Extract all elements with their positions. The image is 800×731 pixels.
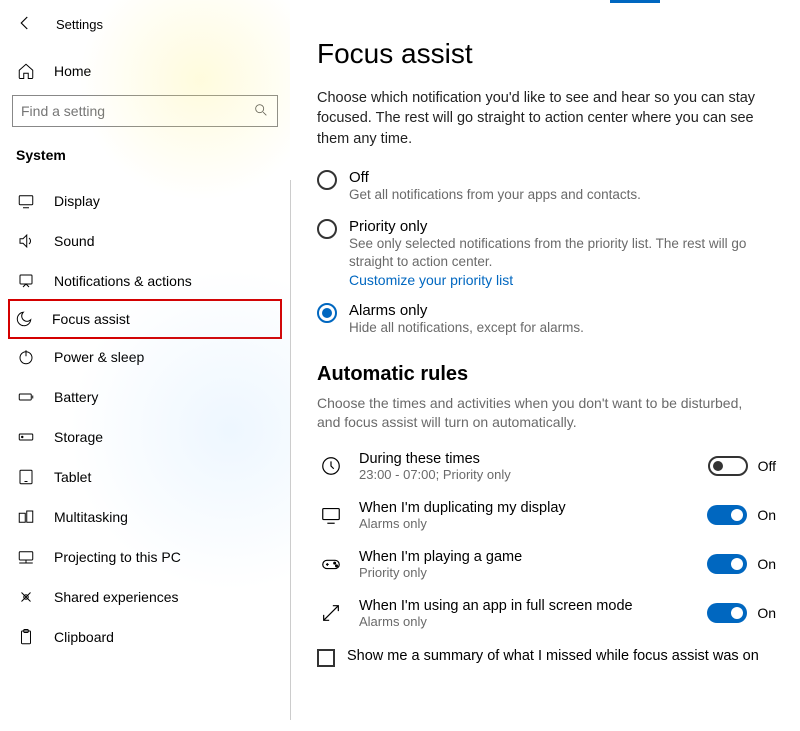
window-accent [610,0,660,3]
main-panel: Focus assist Choose which notification y… [291,0,800,731]
tablet-icon [16,467,36,487]
toggle-playing-game[interactable] [707,554,747,574]
radio-alarms-only[interactable]: Alarms only Hide all notifications, exce… [317,302,776,337]
app-title: Settings [56,17,103,32]
game-icon [317,553,345,575]
sidebar-item-storage[interactable]: Storage [10,417,280,457]
automatic-rules-description: Choose the times and activities when you… [317,394,757,433]
battery-icon [16,387,36,407]
sidebar-item-label: Display [54,193,100,209]
rule-playing-game[interactable]: When I'm playing a game Priority only On [317,549,776,580]
storage-icon [16,427,36,447]
toggle-state: On [757,605,776,621]
checkbox-icon[interactable] [317,649,335,667]
toggle-during-times[interactable] [708,456,748,476]
home-icon [16,61,36,81]
summary-checkbox-row[interactable]: Show me a summary of what I missed while… [317,647,776,667]
sidebar-item-clipboard[interactable]: Clipboard [10,617,280,657]
radio-icon [317,170,337,190]
radio-off[interactable]: Off Get all notifications from your apps… [317,169,776,204]
rule-during-these-times[interactable]: During these times 23:00 - 07:00; Priori… [317,451,776,482]
sidebar-item-label: Multitasking [54,509,128,525]
sidebar-item-label: Clipboard [54,629,114,645]
rule-label: When I'm playing a game [359,549,693,565]
checkbox-label: Show me a summary of what I missed while… [347,647,759,666]
clipboard-icon [16,627,36,647]
sidebar-item-label: Projecting to this PC [54,549,181,565]
power-icon [16,347,36,367]
toggle-state: Off [758,458,776,474]
projecting-icon [16,547,36,567]
rule-label: When I'm using an app in full screen mod… [359,598,693,614]
multitasking-icon [16,507,36,527]
sidebar-item-label: Tablet [54,469,91,485]
rule-sub: Alarms only [359,516,693,531]
search-field[interactable] [21,103,253,119]
sidebar-item-sound[interactable]: Sound [10,221,280,261]
radio-label: Alarms only [349,302,584,319]
radio-priority-only[interactable]: Priority only See only selected notifica… [317,218,776,287]
sidebar-item-label: Storage [54,429,103,445]
page-title: Focus assist [317,38,776,70]
rule-fullscreen-app[interactable]: When I'm using an app in full screen mod… [317,598,776,629]
sidebar-item-label: Focus assist [52,311,130,327]
rule-sub: Alarms only [359,614,693,629]
fullscreen-icon [317,602,345,624]
clock-icon [317,455,345,477]
rule-label: When I'm duplicating my display [359,500,693,516]
back-icon[interactable] [16,14,34,35]
radio-label: Priority only [349,218,776,235]
display-icon [16,191,36,211]
sidebar-item-tablet[interactable]: Tablet [10,457,280,497]
radio-label: Off [349,169,641,186]
toggle-duplicating-display[interactable] [707,505,747,525]
rule-label: During these times [359,451,694,467]
radio-sub: See only selected notifications from the… [349,235,776,271]
sidebar-item-shared[interactable]: Shared experiences [10,577,280,617]
search-icon [253,102,269,121]
toggle-state: On [757,556,776,572]
sidebar-item-multitasking[interactable]: Multitasking [10,497,280,537]
sidebar-item-label: Battery [54,389,98,405]
shared-icon [16,587,36,607]
radio-sub: Hide all notifications, except for alarm… [349,319,584,337]
rule-duplicating-display[interactable]: When I'm duplicating my display Alarms o… [317,500,776,531]
sidebar-item-label: Power & sleep [54,349,144,365]
category-label: System [10,141,280,175]
customize-priority-link[interactable]: Customize your priority list [349,272,776,288]
sidebar-item-display[interactable]: Display [10,181,280,221]
toggle-fullscreen-app[interactable] [707,603,747,623]
sidebar-item-notifications[interactable]: Notifications & actions [10,261,280,301]
automatic-rules-heading: Automatic rules [317,363,776,386]
sidebar-item-label: Shared experiences [54,589,179,605]
sidebar-item-power[interactable]: Power & sleep [10,337,280,377]
sidebar-item-label: Notifications & actions [54,273,192,289]
radio-sub: Get all notifications from your apps and… [349,186,641,204]
sidebar-item-label: Sound [54,233,94,249]
focus-assist-icon [14,309,34,329]
sidebar-item-battery[interactable]: Battery [10,377,280,417]
sidebar-item-focus-assist[interactable]: Focus assist [8,299,282,339]
radio-icon [317,303,337,323]
home-label: Home [54,63,91,79]
sidebar: Settings Home System Display Sound Notif… [0,0,290,731]
page-description: Choose which notification you'd like to … [317,88,757,149]
notifications-icon [16,271,36,291]
search-input[interactable] [12,95,278,127]
rule-sub: Priority only [359,565,693,580]
home-button[interactable]: Home [10,51,280,91]
radio-icon [317,219,337,239]
toggle-state: On [757,507,776,523]
rule-sub: 23:00 - 07:00; Priority only [359,467,694,482]
sidebar-item-projecting[interactable]: Projecting to this PC [10,537,280,577]
nav-list: Display Sound Notifications & actions Fo… [10,181,280,657]
sound-icon [16,231,36,251]
monitor-icon [317,504,345,526]
